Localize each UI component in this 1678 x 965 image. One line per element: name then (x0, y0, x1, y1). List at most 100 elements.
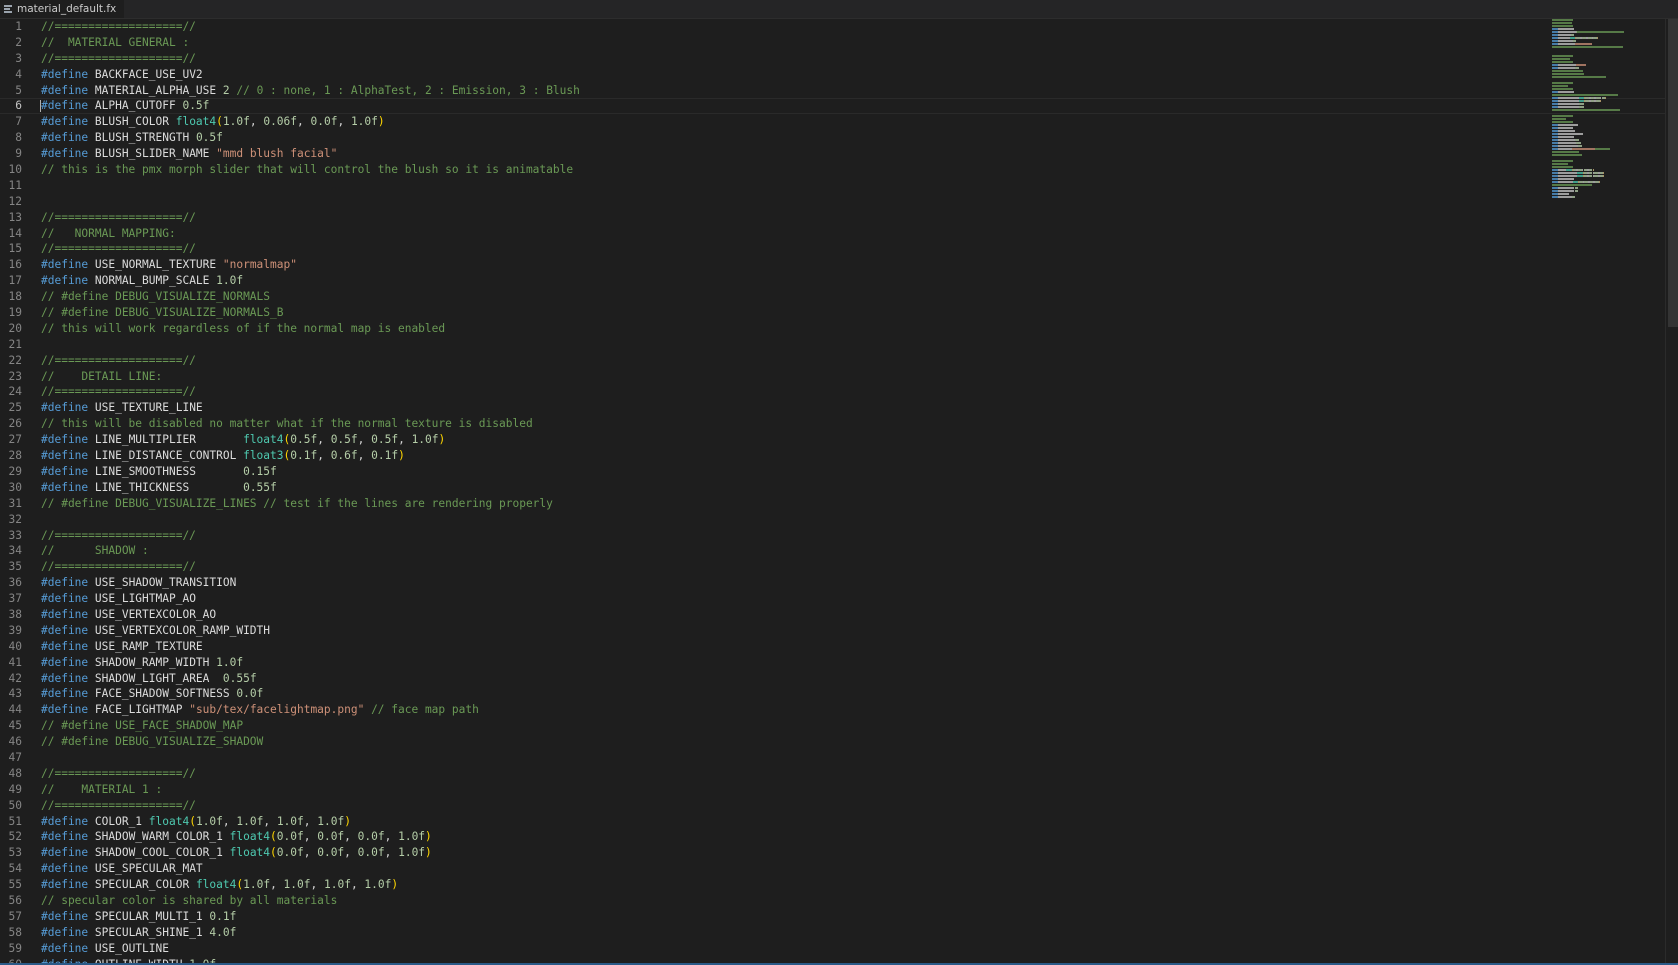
code-line[interactable]: 7 #define BLUSH_COLOR float4(1.0f, 0.06f,… (0, 114, 1665, 130)
code-token: #define (41, 401, 89, 415)
code-line[interactable]: 39 #define USE_VERTEXCOLOR_RAMP_WIDTH (0, 623, 1665, 639)
code-line[interactable]: 31 // #define DEBUG_VISUALIZE_LINES // te… (0, 496, 1665, 512)
code-line[interactable]: 45 // #define USE_FACE_SHADOW_MAP (0, 718, 1665, 734)
code-token: 0.0f (317, 830, 345, 844)
code-line[interactable]: 16 #define USE_NORMAL_TEXTURE "normalmap" (0, 257, 1665, 273)
code-text: #define USE_VERTEXCOLOR_AO (41, 607, 216, 623)
code-line[interactable]: 29 #define LINE_SMOOTHNESS 0.15f (0, 464, 1665, 480)
code-line[interactable]: 10 // this is the pmx morph slider that w… (0, 162, 1665, 178)
code-token: USE_LIGHTMAP_AO (88, 592, 196, 606)
code-line[interactable]: 57 #define SPECULAR_MULTI_1 0.1f (0, 909, 1665, 925)
code-line[interactable]: 17 #define NORMAL_BUMP_SCALE 1.0f (0, 273, 1665, 289)
code-token: USE_SHADOW_TRANSITION (88, 576, 237, 590)
minimap-line (1552, 172, 1664, 174)
minimap-line (1552, 145, 1664, 147)
code-line[interactable]: 9 #define BLUSH_SLIDER_NAME "mmd blush fa… (0, 146, 1665, 162)
code-line[interactable]: 6 #define ALPHA_CUTOFF 0.5f (0, 98, 1665, 115)
code-line[interactable]: 4 #define BACKFACE_USE_UV2 (0, 67, 1665, 83)
code-token: // face map path (364, 703, 479, 717)
code-line[interactable]: 34 // SHADOW : (0, 543, 1665, 559)
code-line[interactable]: 20 // this will work regardless of if the… (0, 321, 1665, 337)
code-token: float4 (175, 115, 217, 129)
code-line[interactable]: 22 //===================// (0, 353, 1665, 369)
code-line[interactable]: 38 #define USE_VERTEXCOLOR_AO (0, 607, 1665, 623)
minimap-segment (1552, 88, 1573, 90)
code-editor[interactable]: 1 //===================// 2 // MATERIAL GEN… (0, 19, 1665, 965)
code-line[interactable]: 37 #define USE_LIGHTMAP_AO (0, 591, 1665, 607)
code-line[interactable]: 26 // this will be disabled no matter wha… (0, 416, 1665, 432)
code-line[interactable]: 47 (0, 750, 1665, 766)
code-line[interactable]: 13 //===================// (0, 210, 1665, 226)
code-line[interactable]: 51 #define COLOR_1 float4(1.0f, 1.0f, 1.0… (0, 814, 1665, 830)
code-text: #define USE_LIGHTMAP_AO (41, 591, 196, 607)
code-line[interactable]: 35 //===================// (0, 559, 1665, 575)
code-line[interactable]: 28 #define LINE_DISTANCE_CONTROL float3(0… (0, 448, 1665, 464)
code-line[interactable]: 59 #define USE_OUTLINE (0, 941, 1665, 957)
code-line[interactable]: 43 #define FACE_SHADOW_SOFTNESS 0.0f (0, 686, 1665, 702)
code-line[interactable]: 14 // NORMAL MAPPING: (0, 226, 1665, 242)
code-token: COLOR_1 (88, 814, 149, 828)
scrollbar-thumb[interactable] (1668, 19, 1678, 327)
code-line[interactable]: 44 #define FACE_LIGHTMAP "sub/tex/facelig… (0, 702, 1665, 718)
code-token: float3 (243, 449, 284, 463)
code-line[interactable]: 25 #define USE_TEXTURE_LINE (0, 400, 1665, 416)
line-number: 36 (8, 576, 22, 590)
vertical-scrollbar[interactable] (1665, 19, 1678, 965)
minimap-line (1552, 148, 1664, 150)
code-line[interactable]: 27 #define LINE_MULTIPLIER float4(0.5f, 0… (0, 432, 1665, 448)
code-line[interactable]: 33 //===================// (0, 528, 1665, 544)
code-line[interactable]: 46 // #define DEBUG_VISUALIZE_SHADOW (0, 734, 1665, 750)
code-line[interactable]: 23 // DETAIL LINE: (0, 369, 1665, 385)
code-line[interactable]: 56 // specular color is shared by all mat… (0, 893, 1665, 909)
code-token: #define (41, 258, 89, 272)
code-line[interactable]: 30 #define LINE_THICKNESS 0.55f (0, 480, 1665, 496)
code-text: //===================// (41, 559, 196, 575)
minimap-segment (1558, 178, 1574, 180)
code-token: ) (391, 878, 399, 892)
code-line[interactable]: 15 //===================// (0, 241, 1665, 257)
code-token: 4.0f (209, 925, 237, 939)
code-line[interactable]: 41 #define SHADOW_RAMP_WIDTH 1.0f (0, 655, 1665, 671)
code-line[interactable]: 55 #define SPECULAR_COLOR float4(1.0f, 1.… (0, 877, 1665, 893)
code-line[interactable]: 40 #define USE_RAMP_TEXTURE (0, 639, 1665, 655)
code-line[interactable]: 1 //===================// (0, 19, 1665, 35)
minimap-line (1552, 28, 1664, 30)
code-token: #define (41, 830, 89, 844)
minimap-segment (1552, 151, 1579, 153)
code-line[interactable]: 58 #define SPECULAR_SHINE_1 4.0f (0, 925, 1665, 941)
code-text: // #define DEBUG_VISUALIZE_LINES // test… (41, 496, 553, 512)
code-line[interactable]: 2 // MATERIAL GENERAL : (0, 35, 1665, 51)
minimap-line (1552, 70, 1664, 72)
minimap[interactable] (1552, 19, 1664, 279)
code-line[interactable]: 3 //===================// (0, 51, 1665, 67)
code-line[interactable]: 50 //===================// (0, 798, 1665, 814)
code-line[interactable]: 49 // MATERIAL 1 : (0, 782, 1665, 798)
line-number: 2 (15, 35, 22, 49)
line-number: 21 (8, 337, 22, 351)
code-token: SHADOW_WARM_COLOR_1 (88, 830, 230, 844)
code-line[interactable]: 36 #define USE_SHADOW_TRANSITION (0, 575, 1665, 591)
code-line[interactable]: 19 // #define DEBUG_VISUALIZE_NORMALS_B (0, 305, 1665, 321)
code-line[interactable]: 52 #define SHADOW_WARM_COLOR_1 float4(0.0… (0, 829, 1665, 845)
code-line[interactable]: 24 //===================// (0, 384, 1665, 400)
code-line[interactable]: 42 #define SHADOW_LIGHT_AREA 0.55f (0, 671, 1665, 687)
line-number: 14 (8, 226, 22, 240)
code-line[interactable]: 21 (0, 337, 1665, 353)
code-line[interactable]: 12 (0, 194, 1665, 210)
code-token: 0.0f (317, 846, 345, 860)
line-number: 31 (8, 496, 22, 510)
code-line[interactable]: 32 (0, 512, 1665, 528)
code-line[interactable]: 8 #define BLUSH_STRENGTH 0.5f (0, 130, 1665, 146)
code-line[interactable]: 18 // #define DEBUG_VISUALIZE_NORMALS (0, 289, 1665, 305)
minimap-segment (1572, 40, 1577, 42)
code-token: 1.0f (350, 115, 378, 129)
code-token: 0.55f (243, 480, 277, 494)
minimap-segment (1575, 139, 1579, 141)
code-line[interactable]: 11 (0, 178, 1665, 194)
code-line[interactable]: 48 //===================// (0, 766, 1665, 782)
code-line[interactable]: 5 #define MATERIAL_ALPHA_USE 2 // 0 : non… (0, 83, 1665, 99)
tab-material-default[interactable]: material_default.fx (0, 0, 125, 18)
code-line[interactable]: 54 #define USE_SPECULAR_MAT (0, 861, 1665, 877)
line-number: 53 (8, 846, 22, 860)
code-line[interactable]: 53 #define SHADOW_COOL_COLOR_1 float4(0.0… (0, 845, 1665, 861)
